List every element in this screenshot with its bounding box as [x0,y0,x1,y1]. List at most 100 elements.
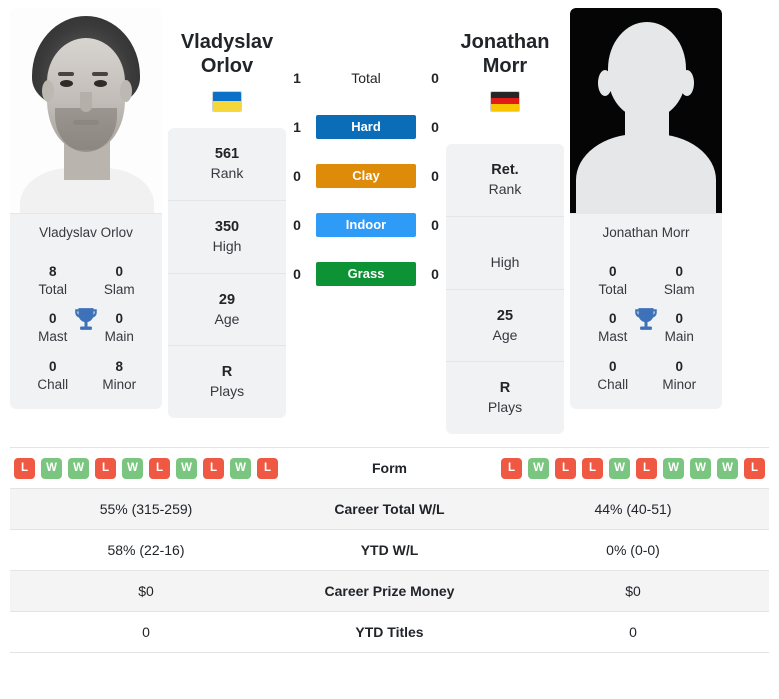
right-score: 0 [431,168,439,184]
row-label-form: Form [372,460,407,477]
surface-badge-clay[interactable]: Clay [316,164,416,188]
comparison-header: Vladyslav Orlov 8 Total 0 Slam 0 Mast 0 … [0,0,779,435]
table-row-ytd-titles: 0 YTD Titles 0 [10,612,769,654]
stat-value: 0 [608,358,617,374]
head-to-head-surfaces: 1 Total 0 1 Hard 0 0 Clay 0 0 Indoor 0 0 [286,8,446,286]
stat-value: Ret. [491,161,519,178]
stat-value: 8 [48,264,57,279]
player-last-name[interactable]: Morr [446,54,564,78]
stat-label: Total [38,281,67,297]
title-stat-minor: 8 Minor [89,359,150,393]
stat-rank: 561 Rank [168,128,286,201]
right-score: 0 [431,70,439,86]
surface-badge-hard[interactable]: Hard [316,115,416,139]
left-form-strip: LWWLWLWLWL [10,457,282,479]
form-chip-w: W [690,457,711,479]
surface-label-total: Total [351,70,381,86]
right-player-info: Jonathan Morr Ret. Rank High 25 Age R Pl… [446,8,564,435]
title-stat-total: 8 Total [22,264,83,298]
right-form-strip: LWLLWLWWWL [497,457,769,479]
left-form-cell: LWWLWLWLWL [10,457,282,479]
form-chip-l: L [501,457,522,479]
stat-value: 0 [675,358,684,374]
stat-value: 25 [496,307,514,324]
form-chip-w: W [528,457,549,479]
trophy-icon [635,308,657,331]
form-chip-l: L [149,457,170,479]
surface-row-grass: 0 Grass 0 [286,262,446,286]
title-stat-minor: 0 Minor [649,359,710,393]
table-row-career-total-wl: 55% (315-259) Career Total W/L 44% (40-5… [10,489,769,531]
player-first-name[interactable]: Vladyslav [168,30,286,54]
player-last-name[interactable]: Orlov [168,54,286,78]
right-player-photo-card: Jonathan Morr 0 Total 0 Slam 0 Mast 0 Ma… [570,8,722,410]
form-chip-w: W [717,457,738,479]
titles-row: 0 Mast 0 Main [16,302,156,349]
form-chip-l: L [95,457,116,479]
left-player-photo [10,8,162,213]
stat-value [450,234,560,253]
stat-high: High [446,217,564,290]
right-ytd-wl: 0% (0-0) [606,542,660,559]
stat-label: Rank [210,164,244,181]
form-chip-l: L [744,457,765,479]
left-score: 0 [293,168,301,184]
table-row-form: LWWLWLWLWL Form LWLLWLWWWL [10,448,769,490]
right-score: 0 [431,119,439,135]
stat-label: High [212,237,242,254]
stat-rank: Ret. Rank [446,144,564,217]
left-score: 0 [293,217,301,233]
stat-age: 25 Age [446,290,564,363]
right-form-cell: LWLLWLWWWL [497,457,769,479]
stat-value: R [221,364,233,381]
row-label-ytd-titles: YTD Titles [355,624,424,641]
stat-label: Age [492,326,518,343]
left-player-stats: 561 Rank 350 High 29 Age R Plays [168,127,286,419]
titles-row: 8 Total 0 Slam [16,255,156,302]
form-chip-w: W [41,457,62,479]
titles-row: 0 Mast 0 Main [576,302,716,349]
player-first-name[interactable]: Jonathan [446,30,564,54]
stat-age: 29 Age [168,274,286,347]
surface-row-total: 1 Total 0 [286,66,446,90]
right-career-prize-money: $0 [625,583,641,600]
form-chip-l: L [14,457,35,479]
stat-value: 561 [214,145,240,162]
stat-value: 0 [115,264,124,279]
title-stat-chall: 0 Chall [22,359,83,393]
surface-row-hard: 1 Hard 0 [286,115,446,139]
stat-value: R [499,380,511,397]
stat-label: Slam [663,281,695,297]
stat-label: Chall [597,376,629,392]
right-player-stats: Ret. Rank High 25 Age R Plays [446,143,564,435]
stat-label: Age [214,310,240,327]
titles-row: 0 Chall 8 Minor [16,350,156,397]
left-career-total-wl: 55% (315-259) [99,501,193,518]
stat-value: 29 [218,291,236,308]
form-chip-l: L [257,457,278,479]
form-chip-w: W [68,457,89,479]
right-career-total-wl: 44% (40-51) [594,501,672,518]
stat-label: Minor [102,376,137,392]
form-chip-l: L [555,457,576,479]
left-score: 0 [293,266,301,282]
left-score: 1 [293,70,301,86]
right-score: 0 [431,217,439,233]
comparison-table: LWWLWLWLWL Form LWLLWLWWWL 55% (315-259)… [10,447,769,654]
right-ytd-titles: 0 [629,624,637,641]
surface-badge-grass[interactable]: Grass [316,262,416,286]
right-player-photo [570,8,722,213]
player-comparison-page: Vladyslav Orlov 8 Total 0 Slam 0 Mast 0 … [0,0,779,699]
stat-plays: R Plays [446,362,564,434]
form-chip-w: W [176,457,197,479]
row-label-career-total-wl: Career Total W/L [334,501,445,518]
form-chip-l: L [636,457,657,479]
left-player-info: Vladyslav Orlov 561 Rank 350 High 29 Age [168,8,286,419]
stat-label: Plays [209,383,245,400]
surface-badge-indoor[interactable]: Indoor [316,213,416,237]
right-player-name-block: Jonathan Morr [446,8,564,112]
ukraine-flag-icon [212,90,242,112]
stat-label: Chall [37,376,69,392]
form-chip-w: W [663,457,684,479]
trophy-icon [75,308,97,331]
